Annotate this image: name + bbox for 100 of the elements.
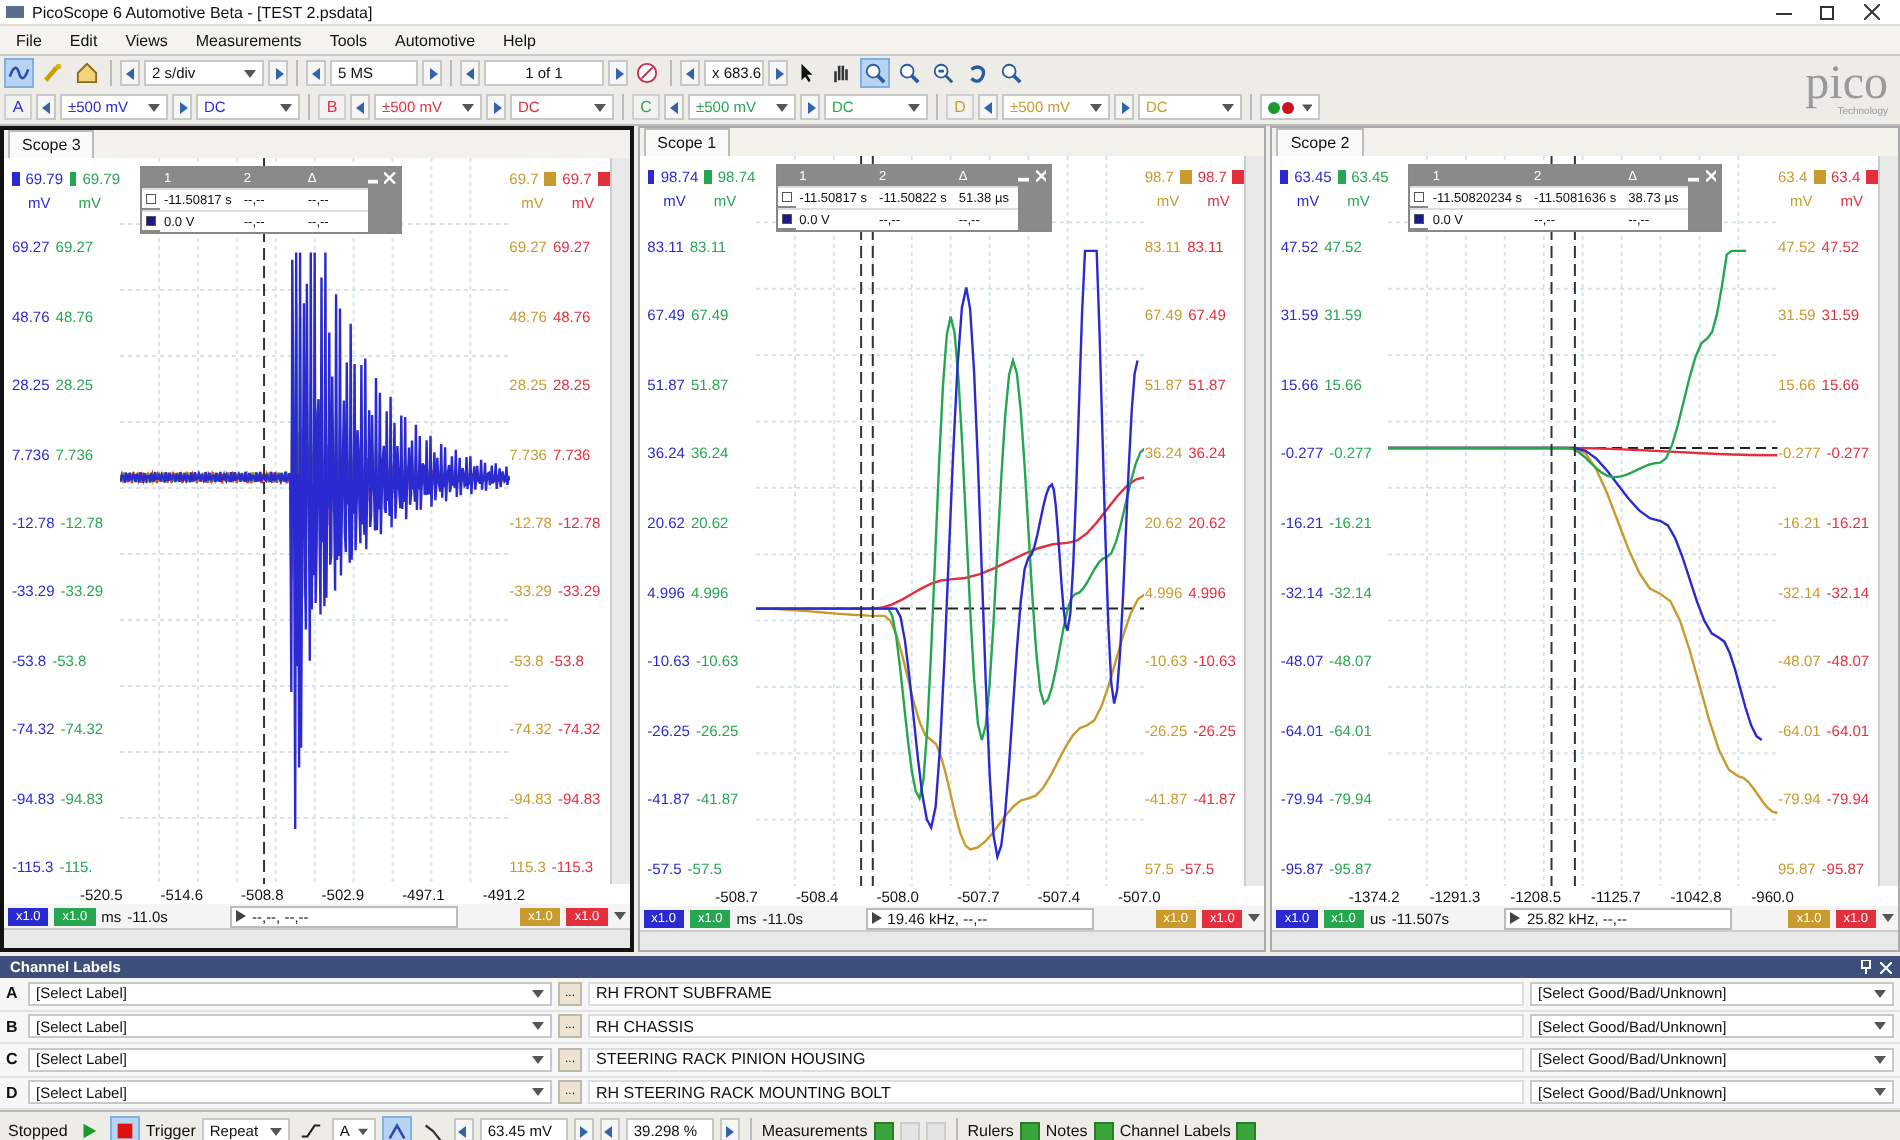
trigger-edge-icon[interactable] xyxy=(381,1116,412,1140)
caret-icon xyxy=(148,103,160,111)
channel-button[interactable]: A xyxy=(4,94,32,120)
ruler-line[interactable] xyxy=(859,156,862,886)
channel-button[interactable]: B xyxy=(318,94,346,120)
panel-toggle-button[interactable] xyxy=(1019,1121,1040,1140)
ruler-marker-icon xyxy=(781,192,792,202)
ruler-line[interactable] xyxy=(871,156,874,886)
channel-letter: D xyxy=(6,1083,20,1102)
stop-icon[interactable] xyxy=(109,1116,140,1140)
ruler-line[interactable] xyxy=(1574,156,1577,886)
scope-mode-icon[interactable] xyxy=(4,58,34,88)
channel-marker-icon xyxy=(1813,170,1826,184)
channel-marker-icon xyxy=(1280,170,1289,184)
label-name-field[interactable]: RH STEERING RACK MOUNTING BOLT xyxy=(588,1080,1524,1105)
next-range-button[interactable] xyxy=(486,94,506,120)
ruler-marker-icon xyxy=(1414,214,1425,224)
add-measurement-button[interactable] xyxy=(873,1121,894,1140)
vertical-scrollbar[interactable] xyxy=(1878,156,1899,886)
caret-icon xyxy=(1874,1088,1886,1097)
increase-pretrigger-button[interactable] xyxy=(719,1118,740,1140)
menu-item[interactable]: Views xyxy=(125,31,168,49)
panel-label: Channel Labels xyxy=(1119,1122,1231,1140)
channel-colours-button[interactable] xyxy=(1260,94,1320,120)
vertical-scrollbar[interactable] xyxy=(609,158,630,884)
scope-tab[interactable]: Scope 2 xyxy=(1276,128,1364,156)
right-triangle-icon xyxy=(724,1125,735,1137)
decrease-level-button[interactable] xyxy=(453,1118,474,1140)
channel-marker-icon xyxy=(1337,170,1346,184)
scope-tab[interactable]: Scope 1 xyxy=(643,128,731,156)
channel-marker-icon xyxy=(647,170,655,184)
right-triangle-icon xyxy=(491,101,501,113)
close-icon[interactable] xyxy=(1864,4,1880,20)
ruler-marker-icon xyxy=(1414,192,1425,202)
right-triangle-icon xyxy=(1119,101,1129,113)
ruler-line[interactable] xyxy=(263,158,266,884)
status-text: Stopped xyxy=(8,1122,68,1140)
window-title: PicoScope 6 Automotive Beta - [TEST 2.psdata] xyxy=(32,3,375,21)
caret-icon xyxy=(357,1127,368,1135)
right-triangle-icon xyxy=(578,1125,589,1137)
channel-letter: C xyxy=(6,1050,20,1069)
panel-toggle-button[interactable] xyxy=(1236,1121,1257,1140)
horizontal-scrollbar[interactable] xyxy=(4,928,630,948)
next-range-button[interactable] xyxy=(1114,94,1134,120)
ruler-line[interactable] xyxy=(1551,156,1554,886)
left-triangle-icon xyxy=(125,67,135,79)
zoom-in-icon[interactable] xyxy=(860,58,890,88)
panel-toggle-button[interactable] xyxy=(1093,1121,1114,1140)
previous-range-button[interactable] xyxy=(350,94,370,120)
right-triangle-icon xyxy=(613,67,623,79)
next-range-button[interactable] xyxy=(172,94,192,120)
scope-tab[interactable]: Scope 3 xyxy=(8,130,95,158)
left-triangle-icon xyxy=(465,67,475,79)
caret-icon xyxy=(1874,1022,1886,1031)
left-triangle-icon xyxy=(685,67,695,79)
previous-buffer-button[interactable] xyxy=(460,60,480,86)
previous-samples-button[interactable] xyxy=(306,60,326,86)
panel-label: Notes xyxy=(1045,1122,1088,1140)
previous-range-button[interactable] xyxy=(36,94,56,120)
menu-item[interactable]: Tools xyxy=(329,31,367,49)
next-samples-button[interactable] xyxy=(422,60,442,86)
label-name-field[interactable]: RH CHASSIS xyxy=(588,1014,1524,1039)
caret-icon xyxy=(594,103,606,111)
menu-item[interactable]: File xyxy=(16,31,42,49)
next-timebase-button[interactable] xyxy=(268,60,288,86)
menu-item[interactable]: Edit xyxy=(69,31,98,49)
next-range-button[interactable] xyxy=(800,94,820,120)
caret-icon xyxy=(462,103,474,111)
right-triangle-icon xyxy=(427,67,437,79)
previous-range-button[interactable] xyxy=(978,94,998,120)
left-triangle-icon xyxy=(355,101,365,113)
channel-letter: A xyxy=(6,984,20,1003)
increase-level-button[interactable] xyxy=(573,1118,594,1140)
caret-icon xyxy=(613,912,626,920)
zoom-out-step-button[interactable] xyxy=(680,60,700,86)
next-buffer-button[interactable] xyxy=(608,60,628,86)
panel-label: Measurements xyxy=(761,1122,868,1140)
home-icon[interactable] xyxy=(72,58,102,88)
horizontal-scrollbar[interactable] xyxy=(639,930,1265,950)
menu-item[interactable]: Help xyxy=(503,31,536,49)
caret-icon xyxy=(1222,103,1234,111)
decrease-pretrigger-button[interactable] xyxy=(599,1118,620,1140)
menu-item[interactable]: Measurements xyxy=(195,31,302,49)
left-triangle-icon xyxy=(41,101,51,113)
maximize-icon[interactable] xyxy=(1820,4,1836,20)
label-name-field[interactable]: RH FRONT SUBFRAME xyxy=(588,981,1524,1006)
menu-item[interactable]: Automotive xyxy=(395,31,476,49)
label-name-field[interactable]: STEERING RACK PINION HOUSING xyxy=(588,1047,1524,1072)
vertical-scrollbar[interactable] xyxy=(1244,156,1265,886)
previous-range-button[interactable] xyxy=(664,94,684,120)
zoom-fit-icon[interactable] xyxy=(996,58,1026,88)
zoom-icon[interactable] xyxy=(894,58,924,88)
horizontal-scrollbar[interactable] xyxy=(1272,930,1899,950)
pin-icon[interactable] xyxy=(1860,960,1872,974)
caret-icon xyxy=(1882,914,1895,922)
previous-timebase-button[interactable] xyxy=(120,60,140,86)
zoom-out-icon[interactable] xyxy=(928,58,958,88)
zoom-in-step-button[interactable] xyxy=(768,60,788,86)
logo-wordmark: pico xyxy=(1805,62,1888,106)
caret-icon xyxy=(908,103,920,111)
